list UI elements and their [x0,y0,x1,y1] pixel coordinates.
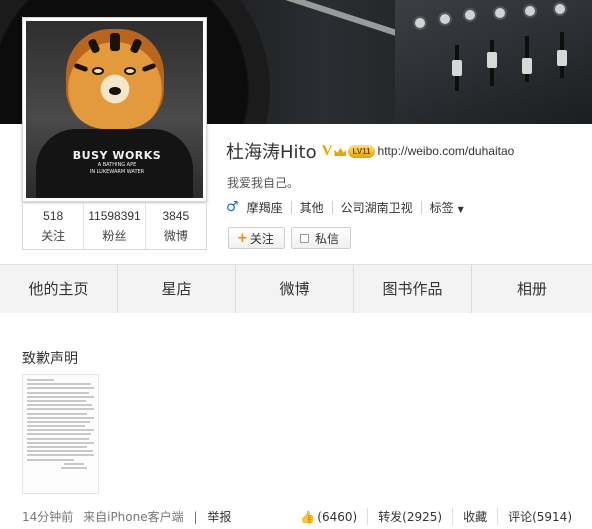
stat-value: 518 [43,209,64,223]
mixer-knob [415,18,425,28]
mixer-knob [440,14,450,24]
like-count: (6460) [317,509,358,524]
tab-star-shop[interactable]: 星店 [118,265,236,313]
avatar-frame[interactable]: BUSY WORKS A BATHING APE IN LUKEWARM WAT… [22,17,207,202]
tab-albums[interactable]: 相册 [472,265,592,313]
stat-label: 关注 [41,229,66,243]
mixer-image [395,0,592,124]
stat-followers[interactable]: 11598391 粉丝 [84,204,146,249]
stat-label: 微博 [163,229,188,243]
male-icon: ♂ [226,199,239,215]
message-button[interactable]: 私信 [291,227,351,249]
tags-dropdown[interactable]: 标签 ▼ [430,199,464,216]
level-badge[interactable]: LV11 [348,144,375,158]
stat-value: 11598391 [88,209,141,223]
profile-bio: 我爱我自己。 [227,176,300,190]
info-zodiac[interactable]: 摩羯座 [247,199,283,216]
mixer-fader-cap [522,58,532,74]
follow-button[interactable]: + 关注 [228,227,285,249]
tiger-eye [92,67,104,75]
stat-following[interactable]: 518 关注 [23,204,85,249]
mixer-knob [495,8,505,18]
follow-label: 关注 [249,231,274,246]
favorite-button[interactable]: 收藏 [452,508,497,525]
mixer-fader-cap [452,60,462,76]
post-actions: 👍 (6460) 转发(2925) 收藏 评论(5914) [300,508,582,525]
like-button[interactable]: 👍 (6460) [300,510,367,524]
tags-label: 标签 [429,200,454,215]
shirt-text-main: BUSY WORKS [72,149,162,162]
divider: | [193,510,198,524]
thumbs-up-icon: 👍 [300,509,316,524]
profile-stats: 518 关注 11598391 粉丝 3845 微博 [22,204,207,250]
message-label: 私信 [315,231,340,246]
comment-button[interactable]: 评论(5914) [497,508,582,525]
avatar-shirt-print: BUSY WORKS A BATHING APE IN LUKEWARM WAT… [62,149,172,176]
divider [331,200,333,214]
profile-name: 杜海涛Hito [226,142,317,163]
info-location[interactable]: 其他 [300,199,324,216]
profile-info-row: ♂ 摩羯座 其他 公司湖南卫视 标签 ▼ [226,198,464,216]
mixer-fader-cap [487,52,497,68]
stat-value: 3845 [162,209,190,223]
repost-button[interactable]: 转发(2925) [367,508,452,525]
post-image-thumbnail[interactable] [22,374,99,494]
mixer-fader-cap [557,50,567,66]
plus-icon: + [237,230,248,246]
shirt-text-sub: A BATHING APE [97,162,137,168]
post-title: 致歉声明 [22,351,78,367]
message-icon [300,233,309,243]
tab-weibo[interactable]: 微博 [236,265,354,313]
profile-name-row: 杜海涛Hito V LV11 http://weibo.com/duhaitao [226,139,514,163]
post-footer: 14分钟前 来自iPhone客户端 | 举报 👍 (6460) 转发(2925) … [22,508,582,525]
mixer-knob [525,6,535,16]
stat-label: 粉丝 [102,229,127,243]
tiger-eye [124,67,136,75]
mixer-knob [555,4,565,14]
tiger-mask-image [66,29,164,129]
feed: 致歉声明 14分钟前 来自iPhone客户端 | 举报 👍 (6460) 转发(… [0,313,592,529]
shirt-text-sub: IN LUKEWARM WATER [89,169,145,175]
verified-icon[interactable]: V [322,143,333,160]
tab-home[interactable]: 他的主页 [0,265,118,313]
post-source[interactable]: 来自iPhone客户端 [83,510,184,524]
profile-url-link[interactable]: http://weibo.com/duhaitao [378,144,515,158]
divider [420,200,422,214]
stat-posts[interactable]: 3845 微博 [146,204,206,249]
post-time[interactable]: 14分钟前 [22,510,73,524]
profile-tabs: 他的主页 星店 微博 图书作品 相册 [0,264,592,313]
tonearm-image [262,0,408,40]
crown-icon[interactable] [334,146,346,156]
report-link[interactable]: 举报 [207,510,231,524]
caret-down-icon: ▼ [457,204,464,214]
mixer-knob [465,10,475,20]
divider [290,200,292,214]
tab-books[interactable]: 图书作品 [354,265,472,313]
avatar[interactable]: BUSY WORKS A BATHING APE IN LUKEWARM WAT… [26,21,203,198]
info-company[interactable]: 公司湖南卫视 [341,199,413,216]
post-meta: 14分钟前 来自iPhone客户端 | 举报 [22,508,237,525]
